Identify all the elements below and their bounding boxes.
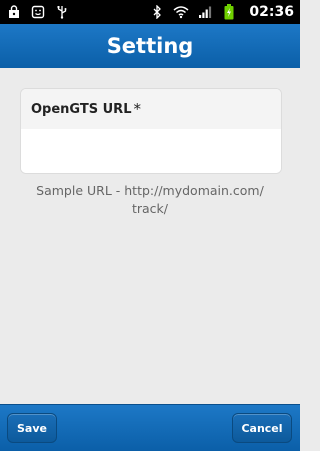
cancel-button[interactable]: Cancel (232, 413, 292, 443)
save-button[interactable]: Save (7, 413, 57, 443)
url-field-card: OpenGTS URL * (20, 88, 282, 174)
usb-icon (54, 4, 70, 20)
url-label-row: OpenGTS URL * (21, 89, 281, 129)
status-bar: 02:36 (0, 0, 300, 24)
clock-time: 02:36 (249, 4, 294, 20)
system-icons: 02:36 (149, 4, 294, 20)
shopping-bag-icon (6, 4, 22, 20)
settings-content: OpenGTS URL * Sample URL - http://mydoma… (0, 68, 300, 404)
smiley-icon (30, 4, 46, 20)
bottom-action-bar: Save Cancel (0, 404, 300, 451)
signal-icon (197, 4, 213, 20)
wifi-icon (173, 4, 189, 20)
url-input[interactable] (21, 129, 281, 173)
battery-charging-icon (221, 4, 237, 20)
title-bar: Setting (0, 24, 300, 69)
page-title: Setting (106, 34, 194, 58)
url-hint-text: Sample URL - http://mydomain.com/ track/ (36, 183, 264, 216)
required-mark: * (133, 100, 141, 118)
url-label: OpenGTS URL (31, 101, 132, 117)
bluetooth-icon (149, 4, 165, 20)
notification-icons (6, 4, 70, 20)
